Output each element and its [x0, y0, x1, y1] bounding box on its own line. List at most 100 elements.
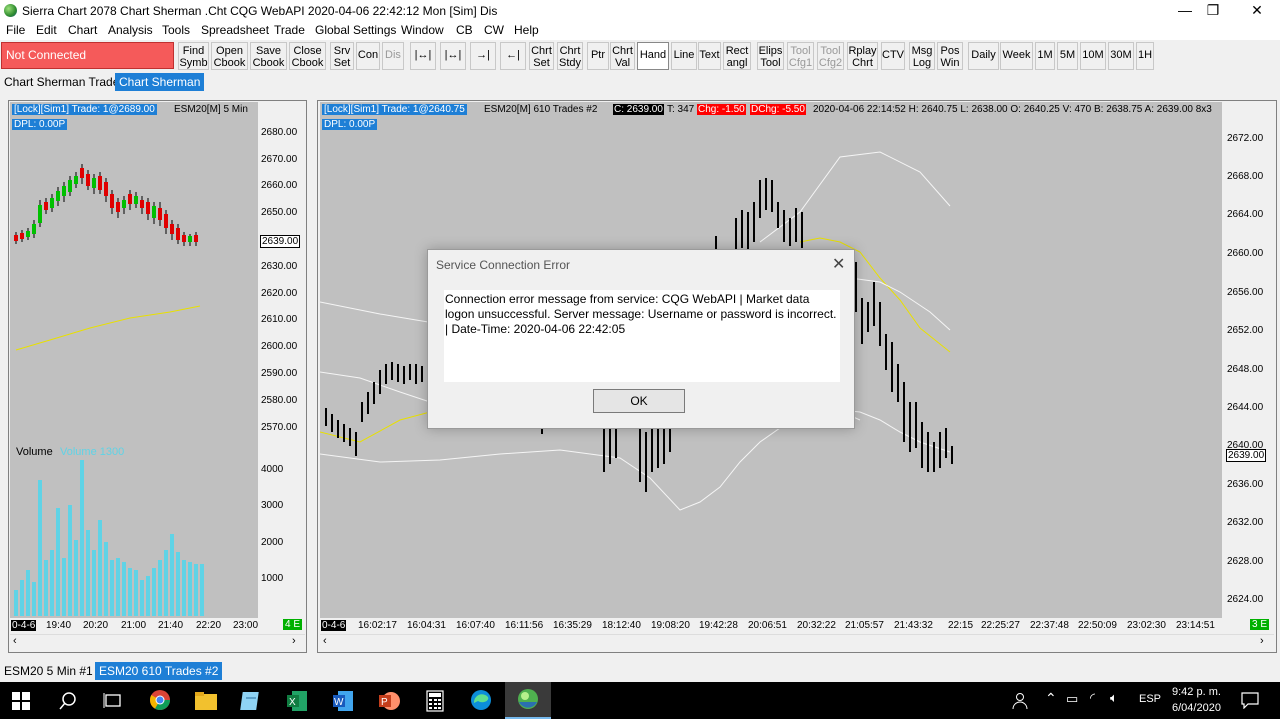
- positions-window-button[interactable]: Pos Win: [937, 42, 963, 70]
- menu-bar: File Edit Chart Analysis Tools Spreadshe…: [0, 21, 1280, 40]
- tb-label: Symb: [179, 57, 208, 69]
- menu-window[interactable]: Window: [401, 23, 444, 37]
- menu-cw[interactable]: CW: [484, 23, 504, 37]
- menu-trade[interactable]: Trade: [274, 23, 305, 37]
- hand-tool-button[interactable]: Hand: [637, 42, 669, 70]
- main-horizontal-scrollbar[interactable]: ‹ ›: [320, 634, 1274, 651]
- left-horizontal-scrollbar[interactable]: ‹ ›: [10, 634, 305, 651]
- ok-button[interactable]: OK: [593, 389, 685, 413]
- message-log-button[interactable]: Msg Log: [909, 42, 935, 70]
- tab-chart-sherman[interactable]: Chart Sherman: [115, 73, 205, 91]
- menu-tools[interactable]: Tools: [162, 23, 190, 37]
- menu-help[interactable]: Help: [514, 23, 539, 37]
- price-label: 2652.00: [1227, 325, 1264, 336]
- powerpoint-icon[interactable]: P: [378, 690, 400, 712]
- menu-cb[interactable]: CB: [456, 23, 473, 37]
- tab-chart-sherman-trader[interactable]: Chart Sherman Trader: [0, 73, 127, 91]
- server-settings-button[interactable]: Srv Set: [330, 42, 354, 70]
- tb-label: Cbook: [213, 57, 246, 69]
- chrome-icon[interactable]: [149, 689, 171, 711]
- scroll-left-icon[interactable]: ‹: [13, 635, 17, 647]
- save-cbook-button[interactable]: Save Cbook: [250, 42, 287, 70]
- excel-icon[interactable]: X: [286, 690, 308, 712]
- ellipse-tool-button[interactable]: Elips Tool: [757, 42, 784, 70]
- 1h-button[interactable]: 1H: [1136, 42, 1154, 70]
- ctv-button[interactable]: CTV: [881, 42, 905, 70]
- windows-start-icon[interactable]: [12, 692, 30, 710]
- menu-chart[interactable]: Chart: [68, 23, 97, 37]
- tab-esm20-610-trades[interactable]: ESM20 610 Trades #2: [95, 662, 223, 680]
- chart-settings-button[interactable]: Chrt Set: [529, 42, 554, 70]
- word-icon[interactable]: W: [332, 690, 354, 712]
- tool-config2-button[interactable]: Tool Cfg2: [817, 42, 844, 70]
- connect-button[interactable]: Con: [356, 42, 380, 70]
- dialog-close-icon[interactable]: ✕: [832, 254, 845, 274]
- price-label: 2630.00: [261, 261, 298, 272]
- battery-icon[interactable]: ▭: [1066, 691, 1078, 707]
- people-icon[interactable]: [1010, 692, 1028, 710]
- edge-icon[interactable]: [470, 689, 492, 711]
- scroll-left-icon[interactable]: ‹: [323, 635, 327, 647]
- connection-status[interactable]: Not Connected: [1, 42, 174, 69]
- compress-icon[interactable]: →|←: [470, 42, 496, 85]
- text-tool-button[interactable]: Text: [698, 42, 721, 70]
- tb-label: Cfg2: [818, 57, 843, 69]
- clock-time[interactable]: 9:42 p. m.: [1172, 686, 1221, 698]
- zoom-in-icon[interactable]: |↔|: [410, 42, 436, 70]
- calculator-icon[interactable]: [425, 690, 445, 712]
- tb-label: Rplay: [848, 45, 877, 57]
- find-symbol-button[interactable]: Find Symb: [178, 42, 209, 70]
- file-explorer-icon[interactable]: [194, 691, 218, 711]
- expand-icon[interactable]: ←|→: [500, 42, 526, 85]
- clock-date[interactable]: 6/04/2020: [1172, 702, 1221, 714]
- week-button[interactable]: Week: [1000, 42, 1033, 70]
- 30m-button[interactable]: 30M: [1108, 42, 1134, 70]
- price-label: 2670.00: [261, 154, 298, 165]
- tb-label: Tool: [820, 45, 841, 57]
- price-label: 2668.00: [1227, 171, 1264, 182]
- open-cbook-button[interactable]: Open Cbook: [211, 42, 248, 70]
- show-hidden-icons-icon[interactable]: ⌃: [1045, 690, 1057, 707]
- menu-spreadsheet[interactable]: Spreadsheet: [201, 23, 269, 37]
- price-label: 2632.00: [1227, 517, 1264, 528]
- scroll-right-icon[interactable]: ›: [292, 635, 296, 647]
- rectangle-tool-button[interactable]: Rect angl: [723, 42, 751, 70]
- 10m-button[interactable]: 10M: [1080, 42, 1106, 70]
- zoom-out-icon[interactable]: |↔|: [440, 42, 466, 70]
- notepad-icon[interactable]: [240, 690, 262, 712]
- scroll-right-icon[interactable]: ›: [1260, 635, 1264, 647]
- time-label: 19:08:20: [651, 620, 690, 631]
- menu-file[interactable]: File: [6, 23, 25, 37]
- sierra-chart-taskbar-button[interactable]: [505, 682, 551, 719]
- 5m-button[interactable]: 5M: [1057, 42, 1078, 70]
- menu-analysis[interactable]: Analysis: [108, 23, 153, 37]
- tb-label: Pos: [940, 45, 960, 57]
- maximize-button[interactable]: ❐: [1190, 0, 1236, 21]
- chart-studies-button[interactable]: Chrt Stdy: [557, 42, 583, 70]
- current-price-label: 2639.00: [260, 235, 301, 248]
- menu-edit[interactable]: Edit: [36, 23, 57, 37]
- tool-config1-button[interactable]: Tool Cfg1: [787, 42, 814, 70]
- 1m-button[interactable]: 1M: [1035, 42, 1055, 70]
- disconnect-button[interactable]: Dis: [382, 42, 404, 70]
- time-label: 22:20: [196, 620, 222, 631]
- time-label: 20:20: [83, 620, 109, 631]
- wifi-icon[interactable]: ◜: [1090, 690, 1095, 706]
- replay-chart-button[interactable]: Rplay Chrt: [847, 42, 878, 70]
- chart-values-button[interactable]: Chrt Val: [610, 42, 635, 70]
- menu-global-settings[interactable]: Global Settings: [315, 23, 396, 37]
- tb-label: Save: [255, 45, 282, 57]
- line-tool-button[interactable]: Line: [671, 42, 697, 70]
- close-cbook-button[interactable]: Close Cbook: [289, 42, 326, 70]
- time-label: 23:00: [233, 620, 259, 631]
- price-label: 2644.00: [1227, 402, 1264, 413]
- language-indicator[interactable]: ESP: [1139, 693, 1161, 705]
- pointer-tool-button[interactable]: Ptr: [587, 42, 609, 70]
- task-view-icon[interactable]: [103, 692, 123, 710]
- tab-esm20-5min[interactable]: ESM20 5 Min #1: [0, 662, 97, 680]
- daily-button[interactable]: Daily: [968, 42, 999, 70]
- search-icon[interactable]: [58, 691, 78, 711]
- notifications-icon[interactable]: [1240, 691, 1260, 709]
- volume-icon[interactable]: 🔈︎: [1110, 690, 1118, 706]
- close-button[interactable]: ✕: [1234, 0, 1280, 21]
